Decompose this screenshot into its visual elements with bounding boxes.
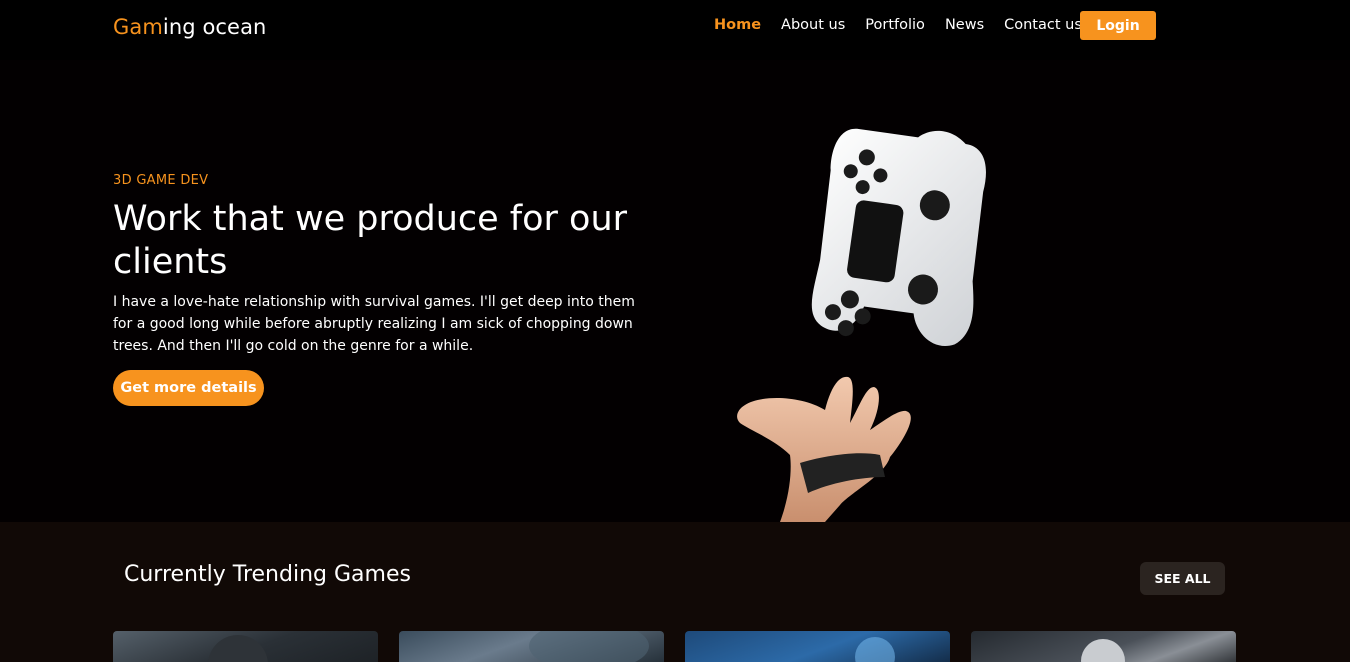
nav-item-news[interactable]: News	[945, 15, 984, 35]
hero-section: 3D GAME DEV Work that we produce for our…	[0, 60, 1350, 522]
get-more-details-button[interactable]: Get more details	[113, 370, 264, 406]
game-thumbnail-1-icon	[208, 635, 268, 662]
game-card-4[interactable]	[971, 631, 1236, 662]
top-navbar: Gaming ocean Home About us Portfolio New…	[0, 0, 1350, 60]
trending-title: Currently Trending Games	[124, 562, 411, 587]
game-card-3[interactable]	[685, 631, 950, 662]
hero-eyebrow: 3D GAME DEV	[113, 173, 209, 188]
game-thumbnail-4-icon	[1081, 639, 1125, 662]
logo-accent-text: Gam	[113, 15, 163, 39]
nav-item-home[interactable]: Home	[714, 15, 761, 35]
gamepad-icon	[737, 128, 986, 522]
game-thumbnail-3-icon	[855, 637, 895, 662]
nav-menu: Home About us Portfolio News Contact us	[714, 15, 1102, 35]
game-cards	[113, 631, 1257, 662]
trending-section: Currently Trending Games SEE ALL	[0, 522, 1350, 662]
see-all-button[interactable]: SEE ALL	[1140, 562, 1225, 595]
game-card-1[interactable]	[113, 631, 378, 662]
nav-item-contact-us[interactable]: Contact us	[1004, 15, 1082, 35]
login-button[interactable]: Login	[1080, 11, 1156, 40]
gamepad-hand-image	[720, 105, 1000, 522]
nav-item-portfolio[interactable]: Portfolio	[865, 15, 925, 35]
hero-description: I have a love-hate relationship with sur…	[113, 294, 635, 354]
game-card-2[interactable]	[399, 631, 664, 662]
site-logo[interactable]: Gaming ocean	[113, 15, 266, 39]
nav-item-about-us[interactable]: About us	[781, 15, 845, 35]
logo-rest-text: ing ocean	[162, 15, 267, 39]
game-thumbnail-2-icon	[529, 631, 649, 662]
hero-headline: Work that we produce for our clients	[113, 199, 628, 282]
